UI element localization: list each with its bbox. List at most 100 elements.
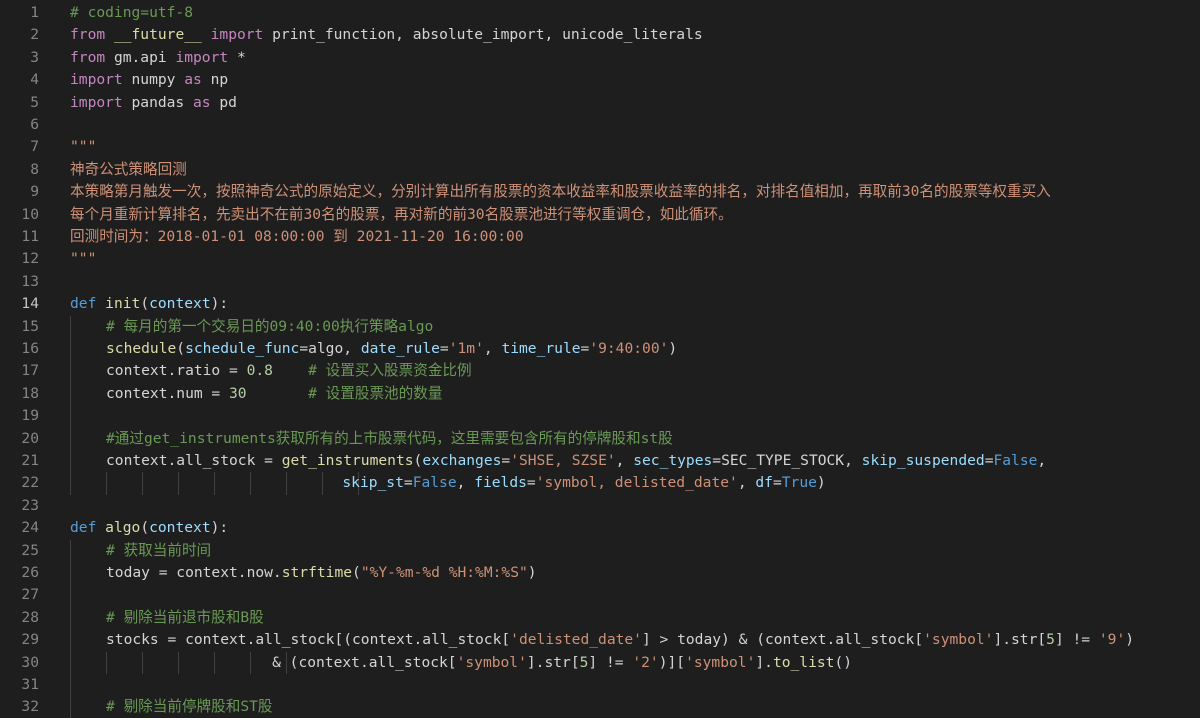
line-number: 29 [21,631,39,649]
code-token: """ [70,250,97,268]
indent-guide [70,427,71,450]
code-token: 神奇公式策略回测 [70,160,187,178]
code-token: # 设置买入股票资金比例 [308,362,472,380]
code-token: = [403,474,413,492]
indent-guide [70,696,71,718]
code-line[interactable]: 17 context.ratio = 0.8 # 设置买入股票资金比例 [0,360,1200,383]
code-token: = [526,474,536,492]
line-number: 10 [21,205,39,223]
code-token: df [755,474,773,492]
code-line[interactable]: 19 [0,405,1200,428]
code-line[interactable]: 22 skip_st=False, fields='symbol, delist… [0,472,1200,495]
code-token: gm.api [105,48,176,66]
code-token: =SEC_TYPE_STOCK, [712,452,862,469]
code-line[interactable]: 20 #通过get_instruments获取所有的上市股票代码，这里需要包含所有… [0,427,1200,450]
code-token: True [781,474,817,492]
code-token: to_list [772,653,835,671]
code-token: print_function, absolute_import, unicode… [263,26,703,44]
code-token: '9' [1098,631,1126,649]
line-number: 2 [30,26,39,44]
code-line[interactable]: 28 # 剔除当前退市股和B股 [0,606,1200,630]
code-line[interactable]: 30 & (context.all_stock['symbol'].str[5]… [0,651,1200,674]
code-token: import [210,26,264,44]
line-number: 16 [21,340,39,357]
code-text: & (context.all_stock['symbol'].str[5] !=… [70,652,852,674]
code-token: pandas [122,93,194,111]
code-line[interactable]: 15 # 每月的第一个交易日的09:40:00执行策略algo [0,315,1200,338]
code-line[interactable]: 26 today = context.now.strftime("%Y-%m-%d… [0,562,1200,585]
code-token: = [772,474,782,492]
line-number: 4 [30,71,39,89]
code-token: import [175,48,229,66]
code-line[interactable]: 3 from gm.api import * [0,47,1200,69]
code-line[interactable]: 23 [0,495,1200,517]
code-line[interactable]: 1 # coding=utf-8 [0,2,1200,24]
code-token: import [70,93,123,111]
code-line[interactable]: 5 import pandas as pd [0,92,1200,114]
code-token: ] > today) & (context.all_stock[ [641,631,924,649]
code-line[interactable]: 2 from __future__ import print_function, … [0,24,1200,46]
line-number: 12 [21,250,39,268]
line-number: 1 [30,4,39,21]
code-token: numpy [122,71,185,89]
code-text: today = context.now.strftime("%Y-%m-%d %… [106,562,537,584]
code-line[interactable]: 6 [0,114,1200,136]
code-text: skip_st=False, fields='symbol, delisted_… [70,472,825,494]
code-line[interactable]: 25 # 获取当前时间 [0,539,1200,562]
code-line[interactable]: 13 [0,271,1200,293]
code-token: = [580,340,590,357]
line-number: 14 [21,295,39,313]
code-text: # 每月的第一个交易日的09:40:00执行策略algo [106,316,433,338]
code-line[interactable]: 24 def algo(context): [0,517,1200,539]
code-token: ] != [588,653,633,671]
code-text: from gm.api import * [70,47,246,69]
code-line[interactable]: 31 [0,674,1200,697]
code-token: np [201,71,229,89]
code-token: time_rule [501,340,581,357]
code-line[interactable]: 27 [0,584,1200,607]
code-line[interactable]: 18 context.num = 30 # 设置股票池的数量 [0,382,1200,406]
code-token: #通过get_instruments获取所有的上市股票代码，这里需要包含所有的停… [106,429,673,447]
code-token: pd [210,93,237,111]
code-line[interactable]: 9 本策略第月触发一次，按照神奇公式的原始定义，分别计算出所有股票的资本收益率和股… [0,181,1200,203]
code-line[interactable]: 14 def init(context): [0,293,1200,315]
line-number: 19 [21,407,39,425]
code-token: , [737,474,756,492]
line-number: 26 [21,564,39,581]
line-number: 13 [21,272,39,290]
line-number: 31 [21,676,39,693]
code-token: , [1037,452,1047,469]
code-line[interactable]: 7 """ [0,136,1200,158]
code-token: date_rule [360,340,440,357]
line-number: 24 [21,519,39,537]
line-number: 3 [30,48,39,66]
code-token: , [615,452,634,469]
code-line[interactable]: 10 每个月重新计算排名，先卖出不在前30名的股票，再对新的前30名股票池进行等权… [0,204,1200,226]
code-token: & (context.all_stock[ [70,653,457,671]
code-token: 5 [1046,631,1055,649]
code-token: 回测时间为：2018-01-01 08:00:00 到 2021-11-20 1… [70,228,524,245]
code-token: '1m' [448,340,484,357]
code-line[interactable]: 11 回测时间为：2018-01-01 08:00:00 到 2021-11-20… [0,226,1200,248]
code-line[interactable]: 29 stocks = context.all_stock[(context.al… [0,629,1200,652]
line-number: 32 [21,698,39,716]
code-line[interactable]: 21 context.all_stock = get_instruments(ex… [0,450,1200,473]
code-editor[interactable]: 1 # coding=utf-8 2 from __future__ import p… [0,0,1200,718]
indent-guide [70,338,71,361]
code-line[interactable]: 4 import numpy as np [0,69,1200,91]
line-number: 27 [21,586,39,604]
code-token: 30 [229,384,247,402]
code-line[interactable]: 8 神奇公式策略回测 [0,159,1200,181]
code-token: )][ [658,653,686,671]
code-token: '9:40:00' [589,340,669,357]
indent-guide [70,315,71,338]
indent-guide [70,405,71,428]
code-line[interactable]: 12 """ [0,248,1200,270]
code-line[interactable]: 16 schedule(schedule_func=algo, date_rule… [0,338,1200,361]
code-token: context.num = [106,384,230,402]
code-text: # 剔除当前退市股和B股 [106,607,264,629]
code-line[interactable]: 32 # 剔除当前停牌股和ST股 [0,696,1200,718]
code-token: # 剔除当前停牌股和ST股 [106,698,273,716]
code-token: 'symbol, delisted_date' [535,474,738,492]
